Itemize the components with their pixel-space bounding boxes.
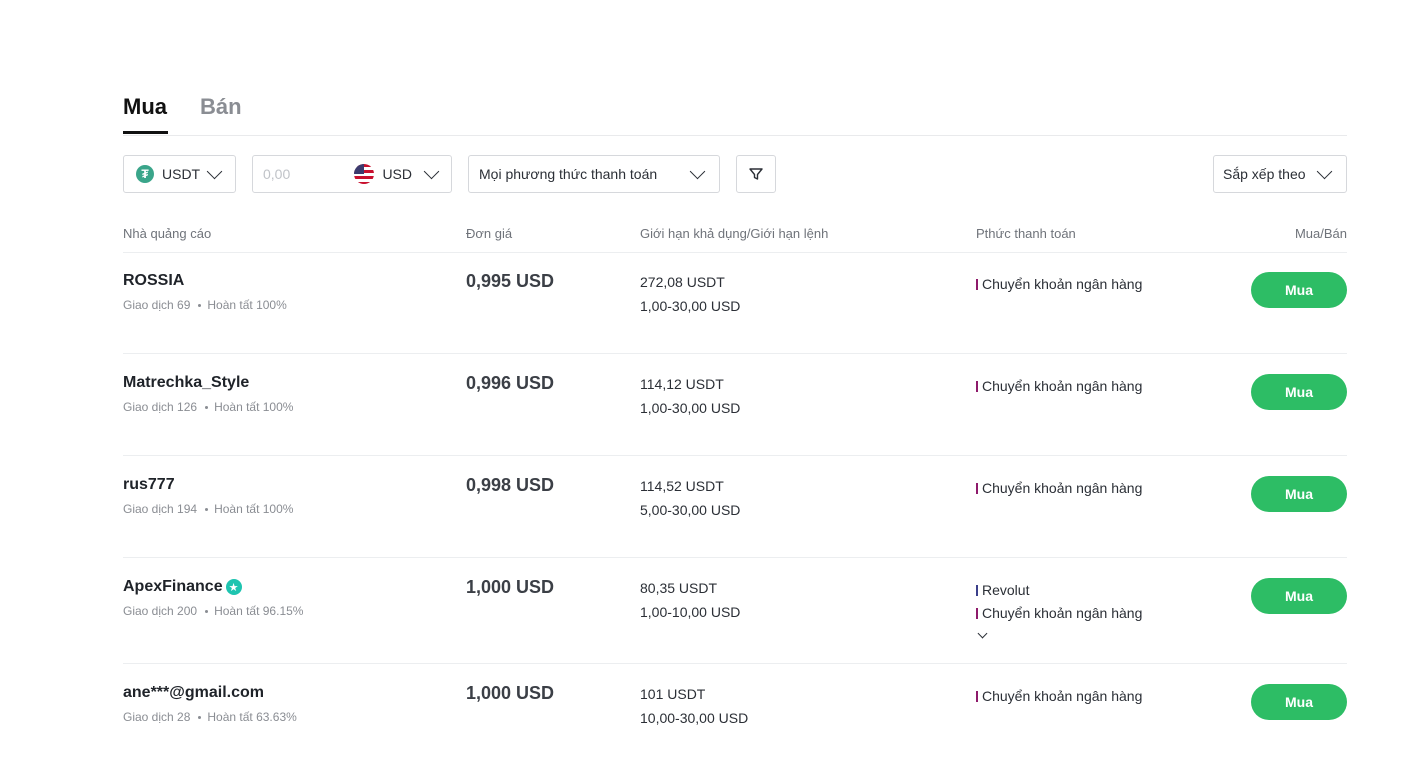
us-flag-icon — [354, 164, 375, 184]
completion-rate: Hoàn tất 100% — [214, 400, 294, 414]
header-action: Mua/Bán — [1294, 226, 1347, 241]
unit-price: 1,000 USD — [466, 577, 555, 597]
completion-rate: Hoàn tất 100% — [207, 298, 287, 312]
available-amount: 114,52 USDT — [640, 478, 724, 494]
trade-count: Giao dịch 28 — [123, 710, 191, 724]
header-limits: Giới hạn khả dụng/Giới hạn lệnh — [640, 226, 829, 241]
buy-button[interactable]: Mua — [1251, 684, 1347, 720]
table-row: ROSSIA Giao dịch 69 Hoàn tất 100% 0,995 U… — [123, 252, 1347, 354]
payment-method: Chuyển khoản ngân hàng — [976, 688, 1142, 704]
advertiser-name[interactable]: ane***@gmail.com — [123, 684, 264, 702]
advertiser-name[interactable]: Matrechka_Style — [123, 374, 249, 392]
tab-buy[interactable]: Mua — [123, 94, 167, 120]
chevron-down-icon — [689, 163, 706, 180]
table-header: Nhà quảng cáo Đơn giá Giới hạn khả dụng/… — [123, 226, 1347, 253]
header-payment: Pthức thanh toán — [976, 226, 1076, 241]
available-amount: 272,08 USDT — [640, 274, 725, 290]
chevron-down-icon — [423, 163, 440, 180]
advertiser-name[interactable]: rus777 — [123, 476, 175, 494]
fiat-select-value: USD — [382, 166, 412, 182]
unit-price: 0,995 USD — [466, 271, 555, 291]
payment-method: Chuyển khoản ngân hàng — [976, 276, 1142, 292]
completion-rate: Hoàn tất 63.63% — [207, 710, 297, 724]
payment-marker — [976, 607, 978, 619]
tether-icon: ₮ — [136, 165, 154, 183]
unit-price: 1,000 USD — [466, 683, 555, 703]
crypto-select-value: USDT — [162, 166, 201, 182]
payment-method: Chuyển khoản ngân hàng — [976, 480, 1142, 496]
verified-badge-icon: ★ — [225, 579, 242, 595]
fiat-select[interactable]: USD — [354, 163, 440, 184]
trade-count: Giao dịch 69 — [123, 298, 191, 312]
buy-button[interactable]: Mua — [1251, 374, 1347, 410]
order-limit: 5,00-30,00 USD — [640, 502, 741, 518]
chevron-down-icon — [1316, 163, 1333, 180]
filter-button[interactable] — [736, 155, 776, 193]
order-limit: 1,00-10,00 USD — [640, 604, 741, 620]
amount-input[interactable] — [261, 165, 345, 183]
payment-marker — [976, 482, 978, 494]
trade-tabs: Mua Bán — [123, 92, 1347, 136]
expand-payments-chevron-icon[interactable] — [977, 628, 988, 639]
available-amount: 114,12 USDT — [640, 376, 724, 392]
unit-price: 0,996 USD — [466, 373, 555, 393]
table-row: rus777 Giao dịch 194 Hoàn tất 100% 0,998 … — [123, 456, 1347, 558]
amount-fiat-group: USD — [252, 155, 452, 193]
advertiser-stats: Giao dịch 194 Hoàn tất 100% — [123, 502, 293, 516]
order-limit: 1,00-30,00 USD — [640, 400, 741, 416]
payment-method-select[interactable]: Mọi phương thức thanh toán — [468, 155, 720, 193]
payment-method-value: Mọi phương thức thanh toán — [479, 166, 658, 182]
filter-icon — [749, 168, 763, 180]
payment-marker — [976, 380, 978, 392]
header-price: Đơn giá — [466, 226, 513, 241]
unit-price: 0,998 USD — [466, 475, 555, 495]
advertiser-stats: Giao dịch 126 Hoàn tất 100% — [123, 400, 293, 414]
tab-sell[interactable]: Bán — [200, 94, 242, 120]
payment-method: Chuyển khoản ngân hàng — [976, 605, 1142, 621]
buy-button[interactable]: Mua — [1251, 272, 1347, 308]
sort-select-value: Sắp xếp theo — [1223, 166, 1306, 182]
advertiser-stats: Giao dịch 69 Hoàn tất 100% — [123, 298, 287, 312]
advertiser-stats: Giao dịch 28 Hoàn tất 63.63% — [123, 710, 297, 724]
buy-button[interactable]: Mua — [1251, 476, 1347, 512]
header-advertiser: Nhà quảng cáo — [123, 226, 212, 241]
crypto-select[interactable]: ₮ USDT — [123, 155, 236, 193]
order-limit: 1,00-30,00 USD — [640, 298, 741, 314]
advertiser-stats: Giao dịch 200 Hoàn tất 96.15% — [123, 604, 303, 618]
completion-rate: Hoàn tất 100% — [214, 502, 294, 516]
payment-marker — [976, 584, 978, 596]
order-limit: 10,00-30,00 USD — [640, 710, 749, 726]
available-amount: 80,35 USDT — [640, 580, 718, 596]
trade-count: Giao dịch 194 — [123, 502, 198, 516]
sort-select[interactable]: Sắp xếp theo — [1213, 155, 1347, 193]
payment-marker — [976, 278, 978, 290]
trade-count: Giao dịch 126 — [123, 400, 198, 414]
trade-count: Giao dịch 200 — [123, 604, 198, 618]
payment-marker — [976, 690, 978, 702]
payment-method: Chuyển khoản ngân hàng — [976, 378, 1142, 394]
advertiser-name[interactable]: ApexFinance ★ — [123, 578, 242, 596]
table-row: ane***@gmail.com Giao dịch 28 Hoàn tất 63… — [123, 664, 1347, 765]
payment-method: Revolut — [976, 582, 1029, 598]
available-amount: 101 USDT — [640, 686, 706, 702]
filter-bar: ₮ USDT USD Mọi phương thức thanh toán Sắ… — [123, 155, 1347, 195]
advertiser-name[interactable]: ROSSIA — [123, 272, 184, 290]
active-tab-indicator — [123, 131, 168, 134]
buy-button[interactable]: Mua — [1251, 578, 1347, 614]
chevron-down-icon — [206, 163, 223, 180]
table-row: Matrechka_Style Giao dịch 126 Hoàn tất 10… — [123, 354, 1347, 456]
completion-rate: Hoàn tất 96.15% — [214, 604, 304, 618]
table-row: ApexFinance ★ Giao dịch 200 Hoàn tất 96.1… — [123, 558, 1347, 664]
